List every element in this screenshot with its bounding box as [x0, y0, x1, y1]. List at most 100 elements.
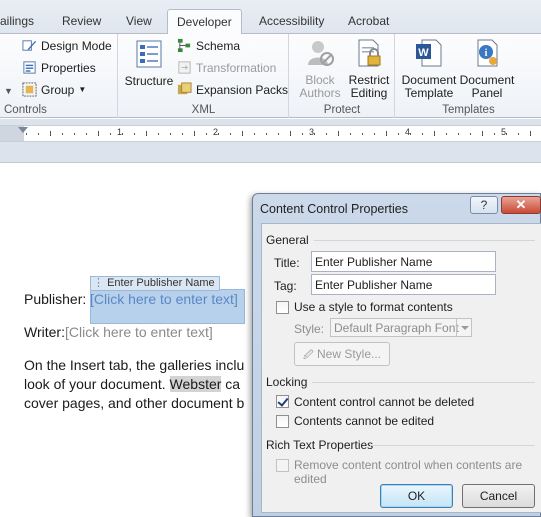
tab-view[interactable]: View [126, 10, 152, 32]
remove-control-label: Remove content control when contents are… [294, 458, 523, 486]
ruler-tick [374, 133, 375, 135]
tab-accessibility[interactable]: Accessibility [259, 10, 324, 32]
remove-control-checkbox[interactable] [276, 459, 289, 472]
schema-label: Schema [196, 38, 241, 53]
new-style-icon: 🖉 [302, 350, 314, 361]
ruler-tick [494, 133, 495, 135]
use-style-label: Use a style to format contents [294, 300, 453, 314]
section-divider [312, 382, 535, 383]
block-authors-label-2: Authors [299, 86, 341, 100]
ruler-tick [350, 133, 351, 135]
document-template-icon: W [416, 39, 442, 67]
ruler-tick [302, 133, 303, 135]
general-section-label: General [266, 233, 309, 247]
restrict-editing-button[interactable]: Restrict Editing [345, 38, 393, 100]
writer-label: Writer: [24, 324, 65, 340]
tag-field[interactable]: Enter Publisher Name [311, 274, 496, 295]
ruler-tick [518, 133, 519, 135]
svg-text:W: W [418, 47, 429, 59]
properties-icon [23, 61, 36, 74]
horizontal-ruler[interactable]: 1 2 3 4 5 [0, 125, 541, 142]
new-style-label: New Style... [316, 347, 382, 361]
rich-text-section-label: Rich Text Properties [266, 438, 374, 452]
ok-button[interactable]: OK [380, 484, 453, 508]
controls-group-label: Controls [4, 104, 47, 116]
style-dropdown-value: Default Paragraph Font [334, 321, 459, 335]
ruler-tick [38, 133, 39, 135]
properties-button[interactable]: Properties [22, 60, 96, 75]
chevron-down-icon: ▼ [78, 85, 87, 94]
ruler-tick [530, 131, 531, 136]
body-text: ca [221, 376, 241, 392]
expansion-packs-button[interactable]: Expansion Packs [177, 82, 288, 97]
use-style-checkbox[interactable] [276, 301, 289, 314]
ruler-tick [470, 133, 471, 135]
ruler-tick [98, 131, 99, 136]
transformation-button[interactable]: Transformation [177, 60, 276, 75]
section-divider [370, 445, 535, 446]
ruler-number: 4 [405, 127, 411, 137]
content-control-properties-dialog: Content Control Properties ? ✕ General T… [252, 193, 541, 517]
design-mode-button[interactable]: Design Mode [22, 38, 112, 53]
ruler-tick [410, 133, 411, 135]
publisher-label: Publisher: [24, 291, 87, 307]
more-controls-arrow-icon[interactable]: ▼ [4, 86, 13, 96]
tab-acrobat[interactable]: Acrobat [348, 10, 389, 32]
cancel-button[interactable]: Cancel [462, 484, 535, 508]
close-button[interactable]: ✕ [501, 196, 541, 214]
group-icon [22, 82, 37, 97]
ruler-tick [338, 131, 339, 136]
templates-group-label: Templates [442, 104, 495, 116]
ruler-tick [170, 133, 171, 135]
dialog-body: General Title: Enter Publisher Name Tag:… [261, 223, 541, 513]
ruler-tick [386, 131, 387, 136]
new-style-button[interactable]: 🖉 New Style... [294, 342, 390, 366]
ruler-tick [254, 133, 255, 135]
ruler-tick [26, 133, 27, 135]
ruler-tick [326, 133, 327, 135]
ruler-tick [278, 133, 279, 135]
cannot-edit-checkbox[interactable] [276, 415, 289, 428]
ruler-tick [218, 133, 219, 135]
document-panel-icon: i [477, 39, 498, 67]
locking-section-label: Locking [266, 375, 308, 389]
schema-button[interactable]: Schema [177, 38, 240, 53]
ruler-tick [398, 133, 399, 135]
document-panel-button[interactable]: i Document Panel [456, 38, 518, 100]
block-authors-icon [308, 41, 334, 66]
ruler-tick [146, 131, 147, 136]
group-button[interactable]: Group ▼ [22, 82, 86, 97]
ruler-tick [290, 131, 291, 136]
tab-review[interactable]: Review [62, 10, 101, 32]
help-button[interactable]: ? [470, 196, 498, 214]
ruler-tick [314, 133, 315, 135]
ruler-tick [194, 131, 195, 136]
writer-line: Writer:[Click here to enter text] [24, 324, 213, 340]
ruler-tick [158, 133, 159, 135]
ruler-tick [422, 133, 423, 135]
cannot-edit-label: Contents cannot be edited [294, 414, 435, 428]
restrict-editing-icon [358, 39, 381, 67]
block-authors-button[interactable]: Block Authors [294, 38, 346, 100]
restrict-editing-label-2: Editing [350, 86, 388, 100]
document-template-button[interactable]: W Document Template [399, 38, 459, 100]
style-dropdown[interactable]: Default Paragraph Font [330, 318, 472, 337]
ruler-tick [182, 133, 183, 135]
document-panel-label-2: Panel [471, 86, 503, 100]
cannot-delete-checkbox[interactable] [276, 395, 289, 408]
xml-group: Structure Schema Transformation Expansio… [119, 34, 289, 118]
ruler-number: 5 [501, 127, 507, 137]
title-field[interactable]: Enter Publisher Name [311, 251, 496, 272]
body-line-1: On the Insert tab, the galleries inclu [24, 357, 245, 373]
ruler-tick [86, 133, 87, 135]
ruler-tick [110, 133, 111, 135]
tab-mailings[interactable]: ailings [0, 10, 34, 32]
structure-button[interactable]: Structure [124, 39, 174, 88]
ruler-tick [446, 133, 447, 135]
content-control-title-tab[interactable]: ⋮ Enter Publisher Name [90, 276, 220, 291]
tab-developer[interactable]: Developer [167, 9, 242, 35]
publisher-content-control[interactable]: [Click here to enter text] [90, 291, 238, 307]
cannot-delete-label: Content control cannot be deleted [294, 395, 475, 409]
ruler-area: 1 2 3 4 5 [0, 119, 541, 163]
writer-content-control[interactable]: [Click here to enter text] [65, 324, 213, 340]
